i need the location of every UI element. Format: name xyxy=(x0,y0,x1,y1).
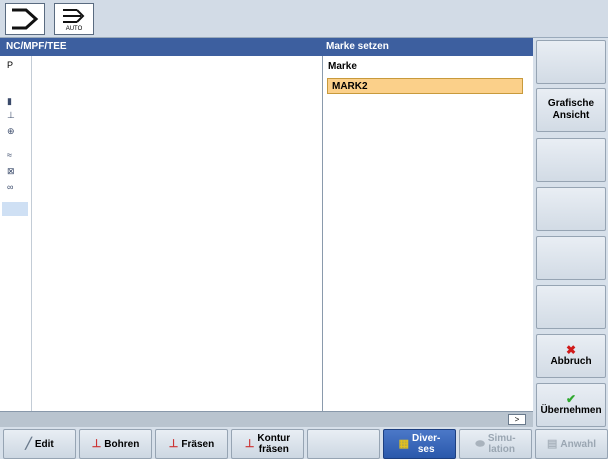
mark-label: Marke xyxy=(328,61,357,72)
mill-cycle-icon: ⊕ xyxy=(7,126,15,136)
program-editor[interactable]: P ▮ ⊥ ⊕ ≈ ⊠ ∞ xyxy=(0,56,323,411)
drill-cycle-icon: ⊥ xyxy=(7,110,15,120)
uebernehmen-button[interactable]: ✔ Übernehmen xyxy=(536,383,606,427)
selected-line-highlight xyxy=(2,202,28,216)
mark-input[interactable]: MARK2 xyxy=(327,78,523,94)
grafische-ansicht-label: Grafische Ansicht xyxy=(547,98,595,121)
arrow-right-icon xyxy=(12,8,39,30)
diverses-line2: ses xyxy=(417,444,435,455)
uebernehmen-label: Übernehmen xyxy=(540,404,602,416)
mode-indicator-jog xyxy=(5,3,45,35)
misc-icon: ▦ xyxy=(398,437,410,450)
checkmark-icon: ✔ xyxy=(565,391,577,406)
diverses-label: Diver- ses xyxy=(412,433,440,455)
bohren-label: Bohren xyxy=(104,438,140,450)
editor-status-strip: > xyxy=(0,411,533,427)
drill-icon: ⊥ xyxy=(91,437,102,450)
more-softkeys-button[interactable]: > xyxy=(508,414,526,425)
mark-dialog: Marke MARK2 xyxy=(323,56,533,411)
diverses-softkey[interactable]: ▦ Diver- ses xyxy=(383,429,456,459)
vsk-5-button[interactable] xyxy=(536,236,606,280)
simulation-line2: lation xyxy=(488,444,516,455)
program-path: NC/MPF/TEE xyxy=(6,41,67,52)
editor-gutter: P ▮ ⊥ ⊕ ≈ ⊠ ∞ xyxy=(0,56,32,411)
window-header: NC/MPF/TEE Marke setzen xyxy=(0,38,533,56)
vsk-3-button[interactable] xyxy=(536,138,606,182)
diverses-line1: Diver- xyxy=(412,433,441,444)
simulation-line1: Simu- xyxy=(487,433,516,444)
auto-arrow-icon xyxy=(63,8,85,23)
grafische-ansicht-button[interactable]: Grafische Ansicht xyxy=(536,88,606,132)
status-bar: AUTO xyxy=(0,0,608,38)
bohren-softkey[interactable]: ⊥ Bohren xyxy=(79,429,152,459)
fraesen-softkey[interactable]: ⊥ Fräsen xyxy=(155,429,228,459)
block-marker-icon: ▮ xyxy=(7,96,12,106)
anwahl-softkey[interactable]: ▤ Anwahl xyxy=(535,429,608,459)
simulation-softkey[interactable]: ⬬ Simu- lation xyxy=(459,429,532,459)
misc-cycle-icon: ⊠ xyxy=(7,166,15,176)
vsk-4-button[interactable] xyxy=(536,187,606,231)
mode-indicator-auto: AUTO xyxy=(54,3,94,35)
select-icon: ▤ xyxy=(547,437,558,450)
simulation-icon: ⬬ xyxy=(475,437,485,450)
dialog-title: Marke setzen xyxy=(326,41,389,52)
gutter-p-label: P xyxy=(7,60,14,70)
edit-label: Edit xyxy=(34,438,54,450)
contour-cycle-icon: ≈ xyxy=(7,150,12,160)
abbruch-button[interactable]: ✖ Abbruch xyxy=(536,334,606,378)
end-marker-icon: ∞ xyxy=(7,182,14,192)
kontur-fraesen-label: Kontur fräsen xyxy=(257,433,290,455)
abbruch-label: Abbruch xyxy=(550,355,592,367)
x-icon: ✖ xyxy=(565,342,577,357)
vsk-6-button[interactable] xyxy=(536,285,606,329)
kontur-fraesen-line2: fräsen xyxy=(258,444,289,455)
mode-label: AUTO xyxy=(65,25,83,32)
anwahl-label: Anwahl xyxy=(560,438,596,450)
vsk-1-button[interactable] xyxy=(536,40,606,84)
contour-mill-icon: ⊥ xyxy=(244,437,255,450)
kontur-fraesen-line1: Kontur xyxy=(257,433,291,444)
mill-icon: ⊥ xyxy=(168,437,179,450)
kontur-fraesen-softkey[interactable]: ⊥ Kontur fräsen xyxy=(231,429,304,459)
empty-softkey[interactable] xyxy=(307,429,380,459)
simulation-label: Simu- lation xyxy=(488,433,516,455)
fraesen-label: Fräsen xyxy=(181,438,215,450)
pencil-icon: ╱ xyxy=(25,437,32,450)
edit-softkey[interactable]: ╱ Edit xyxy=(3,429,76,459)
